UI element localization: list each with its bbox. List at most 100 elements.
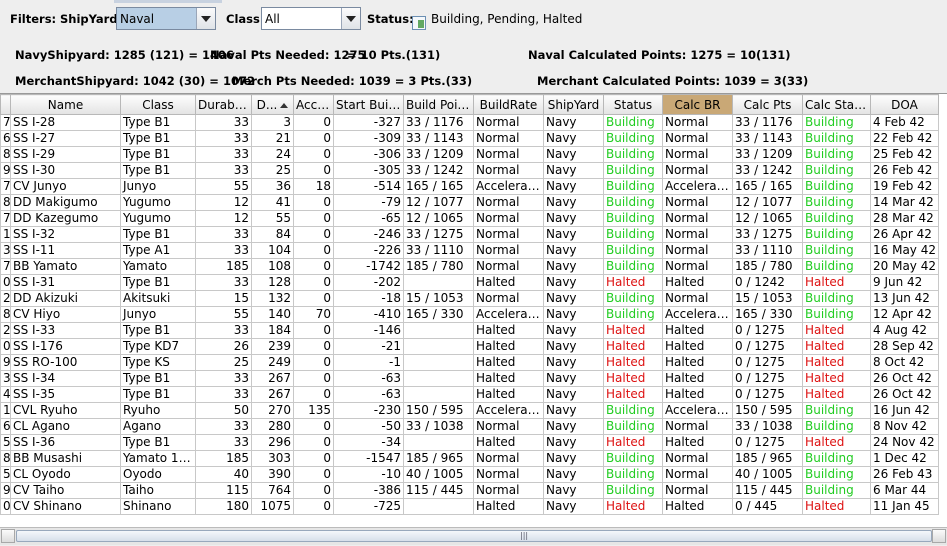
cell-buildrate[interactable]: Normal	[473, 418, 544, 435]
cell-days[interactable]: 296	[251, 434, 294, 451]
col-header-durability[interactable]: Durability	[195, 94, 252, 115]
cell-start-building[interactable]: -410	[333, 306, 404, 323]
table-row[interactable]: 3 SS I-11 Type A1 33 104 0 -226 33 / 1110 Normal…	[0, 242, 939, 259]
cell-name[interactable]: SS I-176	[10, 338, 121, 355]
cell-build-points[interactable]: 33 / 1143	[403, 130, 474, 147]
cell-buildrate[interactable]: Normal	[473, 114, 544, 131]
cell-build-points[interactable]: 33 / 1275	[403, 226, 474, 243]
cell-doa[interactable]: 20 May 42	[870, 258, 939, 275]
cell-accel[interactable]: 0	[293, 418, 334, 435]
table-row[interactable]: 0 CV Shinano Shinano 180 1075 0 -725 Halted Navy…	[0, 498, 939, 515]
table-row[interactable]: 9 SS RO-100 Type KS 25 249 0 -1 Halted Navy Halte…	[0, 354, 939, 371]
cell-doa[interactable]: 6 Mar 44	[870, 482, 939, 499]
cell-index[interactable]: 0	[0, 274, 11, 291]
cell-index[interactable]: 4	[0, 386, 11, 403]
cell-shipyard[interactable]: Navy	[543, 178, 604, 195]
cell-class[interactable]: Type B1	[120, 386, 196, 403]
cell-durability[interactable]: 55	[195, 306, 252, 323]
cell-index[interactable]: 9	[0, 482, 11, 499]
cell-status[interactable]: Building	[603, 306, 663, 323]
cell-index[interactable]: 1	[0, 402, 11, 419]
cell-calc-br[interactable]: Halted	[662, 338, 733, 355]
cell-buildrate[interactable]: Accelerated	[473, 306, 544, 323]
cell-calc-status[interactable]: Building	[802, 210, 871, 227]
cell-calc-status[interactable]: Building	[802, 258, 871, 275]
col-header-build-points[interactable]: Build Point...	[403, 94, 474, 115]
cell-calc-br[interactable]: Normal	[662, 114, 733, 131]
cell-build-points[interactable]: 185 / 780	[403, 258, 474, 275]
cell-name[interactable]: SS I-30	[10, 162, 121, 179]
cell-shipyard[interactable]: Navy	[543, 498, 604, 515]
cell-durability[interactable]: 33	[195, 274, 252, 291]
cell-accel[interactable]: 0	[293, 354, 334, 371]
cell-name[interactable]: CV Taiho	[10, 482, 121, 499]
cell-start-building[interactable]: -1547	[333, 450, 404, 467]
cell-buildrate[interactable]: Accelerated	[473, 178, 544, 195]
cell-calc-pts[interactable]: 165 / 330	[732, 306, 803, 323]
cell-calc-br[interactable]: Normal	[662, 130, 733, 147]
cell-class[interactable]: Type B1	[120, 130, 196, 147]
cell-days[interactable]: 21	[251, 130, 294, 147]
cell-doa[interactable]: 26 Feb 43	[870, 466, 939, 483]
cell-index[interactable]: 8	[0, 306, 11, 323]
cell-days[interactable]: 104	[251, 242, 294, 259]
cell-durability[interactable]: 26	[195, 338, 252, 355]
cell-accel[interactable]: 18	[293, 178, 334, 195]
cell-name[interactable]: SS I-36	[10, 434, 121, 451]
cell-shipyard[interactable]: Navy	[543, 386, 604, 403]
cell-index[interactable]: 9	[0, 162, 11, 179]
table-row[interactable]: 1 CVL Ryuho Ryuho 50 270 135 -230 150 / 595 Acce…	[0, 402, 939, 419]
cell-build-points[interactable]: 15 / 1053	[403, 290, 474, 307]
cell-index[interactable]: 0	[0, 498, 11, 515]
cell-days[interactable]: 3	[251, 114, 294, 131]
cell-accel[interactable]: 0	[293, 162, 334, 179]
cell-start-building[interactable]: -327	[333, 114, 404, 131]
cell-days[interactable]: 390	[251, 466, 294, 483]
cell-build-points[interactable]	[403, 274, 474, 291]
cell-durability[interactable]: 180	[195, 498, 252, 515]
cell-durability[interactable]: 55	[195, 178, 252, 195]
cell-durability[interactable]: 12	[195, 194, 252, 211]
cell-status[interactable]: Halted	[603, 274, 663, 291]
cell-days[interactable]: 267	[251, 386, 294, 403]
cell-buildrate[interactable]: Halted	[473, 434, 544, 451]
table-row[interactable]: 5 SS I-36 Type B1 33 296 0 -34 Halted Navy Halted…	[0, 434, 939, 451]
cell-doa[interactable]: 1 Dec 42	[870, 450, 939, 467]
cell-doa[interactable]: 4 Aug 42	[870, 322, 939, 339]
cell-calc-br[interactable]: Halted	[662, 434, 733, 451]
cell-index[interactable]: 1	[0, 226, 11, 243]
cell-doa[interactable]: 4 Feb 42	[870, 114, 939, 131]
cell-shipyard[interactable]: Navy	[543, 450, 604, 467]
col-header-calc-pts[interactable]: Calc Pts	[732, 94, 803, 115]
cell-buildrate[interactable]: Normal	[473, 210, 544, 227]
cell-class[interactable]: Type KS	[120, 354, 196, 371]
cell-calc-pts[interactable]: 15 / 1053	[732, 290, 803, 307]
col-header-accel[interactable]: Accel...	[293, 94, 334, 115]
table-row[interactable]: 5 CL Oyodo Oyodo 40 390 0 -10 40 / 1005 Normal Na…	[0, 466, 939, 483]
cell-build-points[interactable]: 165 / 330	[403, 306, 474, 323]
cell-accel[interactable]: 0	[293, 130, 334, 147]
cell-start-building[interactable]: -386	[333, 482, 404, 499]
cell-buildrate[interactable]: Halted	[473, 338, 544, 355]
cell-start-building[interactable]: -18	[333, 290, 404, 307]
cell-days[interactable]: 270	[251, 402, 294, 419]
cell-shipyard[interactable]: Navy	[543, 482, 604, 499]
cell-durability[interactable]: 40	[195, 466, 252, 483]
cell-start-building[interactable]: -230	[333, 402, 404, 419]
table-row[interactable]: 8 CV Hiyo Junyo 55 140 70 -410 165 / 330 Acceler…	[0, 306, 939, 323]
cell-calc-status[interactable]: Building	[802, 194, 871, 211]
cell-index[interactable]: 3	[0, 370, 11, 387]
table-row[interactable]: 8 SS I-29 Type B1 33 24 0 -306 33 / 1209 Normal N…	[0, 146, 939, 163]
cell-build-points[interactable]: 33 / 1209	[403, 146, 474, 163]
cell-calc-status[interactable]: Building	[802, 146, 871, 163]
cell-durability[interactable]: 33	[195, 130, 252, 147]
cell-calc-status[interactable]: Building	[802, 162, 871, 179]
cell-calc-pts[interactable]: 185 / 780	[732, 258, 803, 275]
col-header-shipyard[interactable]: ShipYard	[543, 94, 604, 115]
table-row[interactable]: 3 SS I-34 Type B1 33 267 0 -63 Halted Navy Halted…	[0, 370, 939, 387]
cell-doa[interactable]: 9 Jun 42	[870, 274, 939, 291]
cell-status[interactable]: Building	[603, 114, 663, 131]
cell-start-building[interactable]: -21	[333, 338, 404, 355]
cell-calc-br[interactable]: Accelerated	[662, 306, 733, 323]
cell-build-points[interactable]: 150 / 595	[403, 402, 474, 419]
